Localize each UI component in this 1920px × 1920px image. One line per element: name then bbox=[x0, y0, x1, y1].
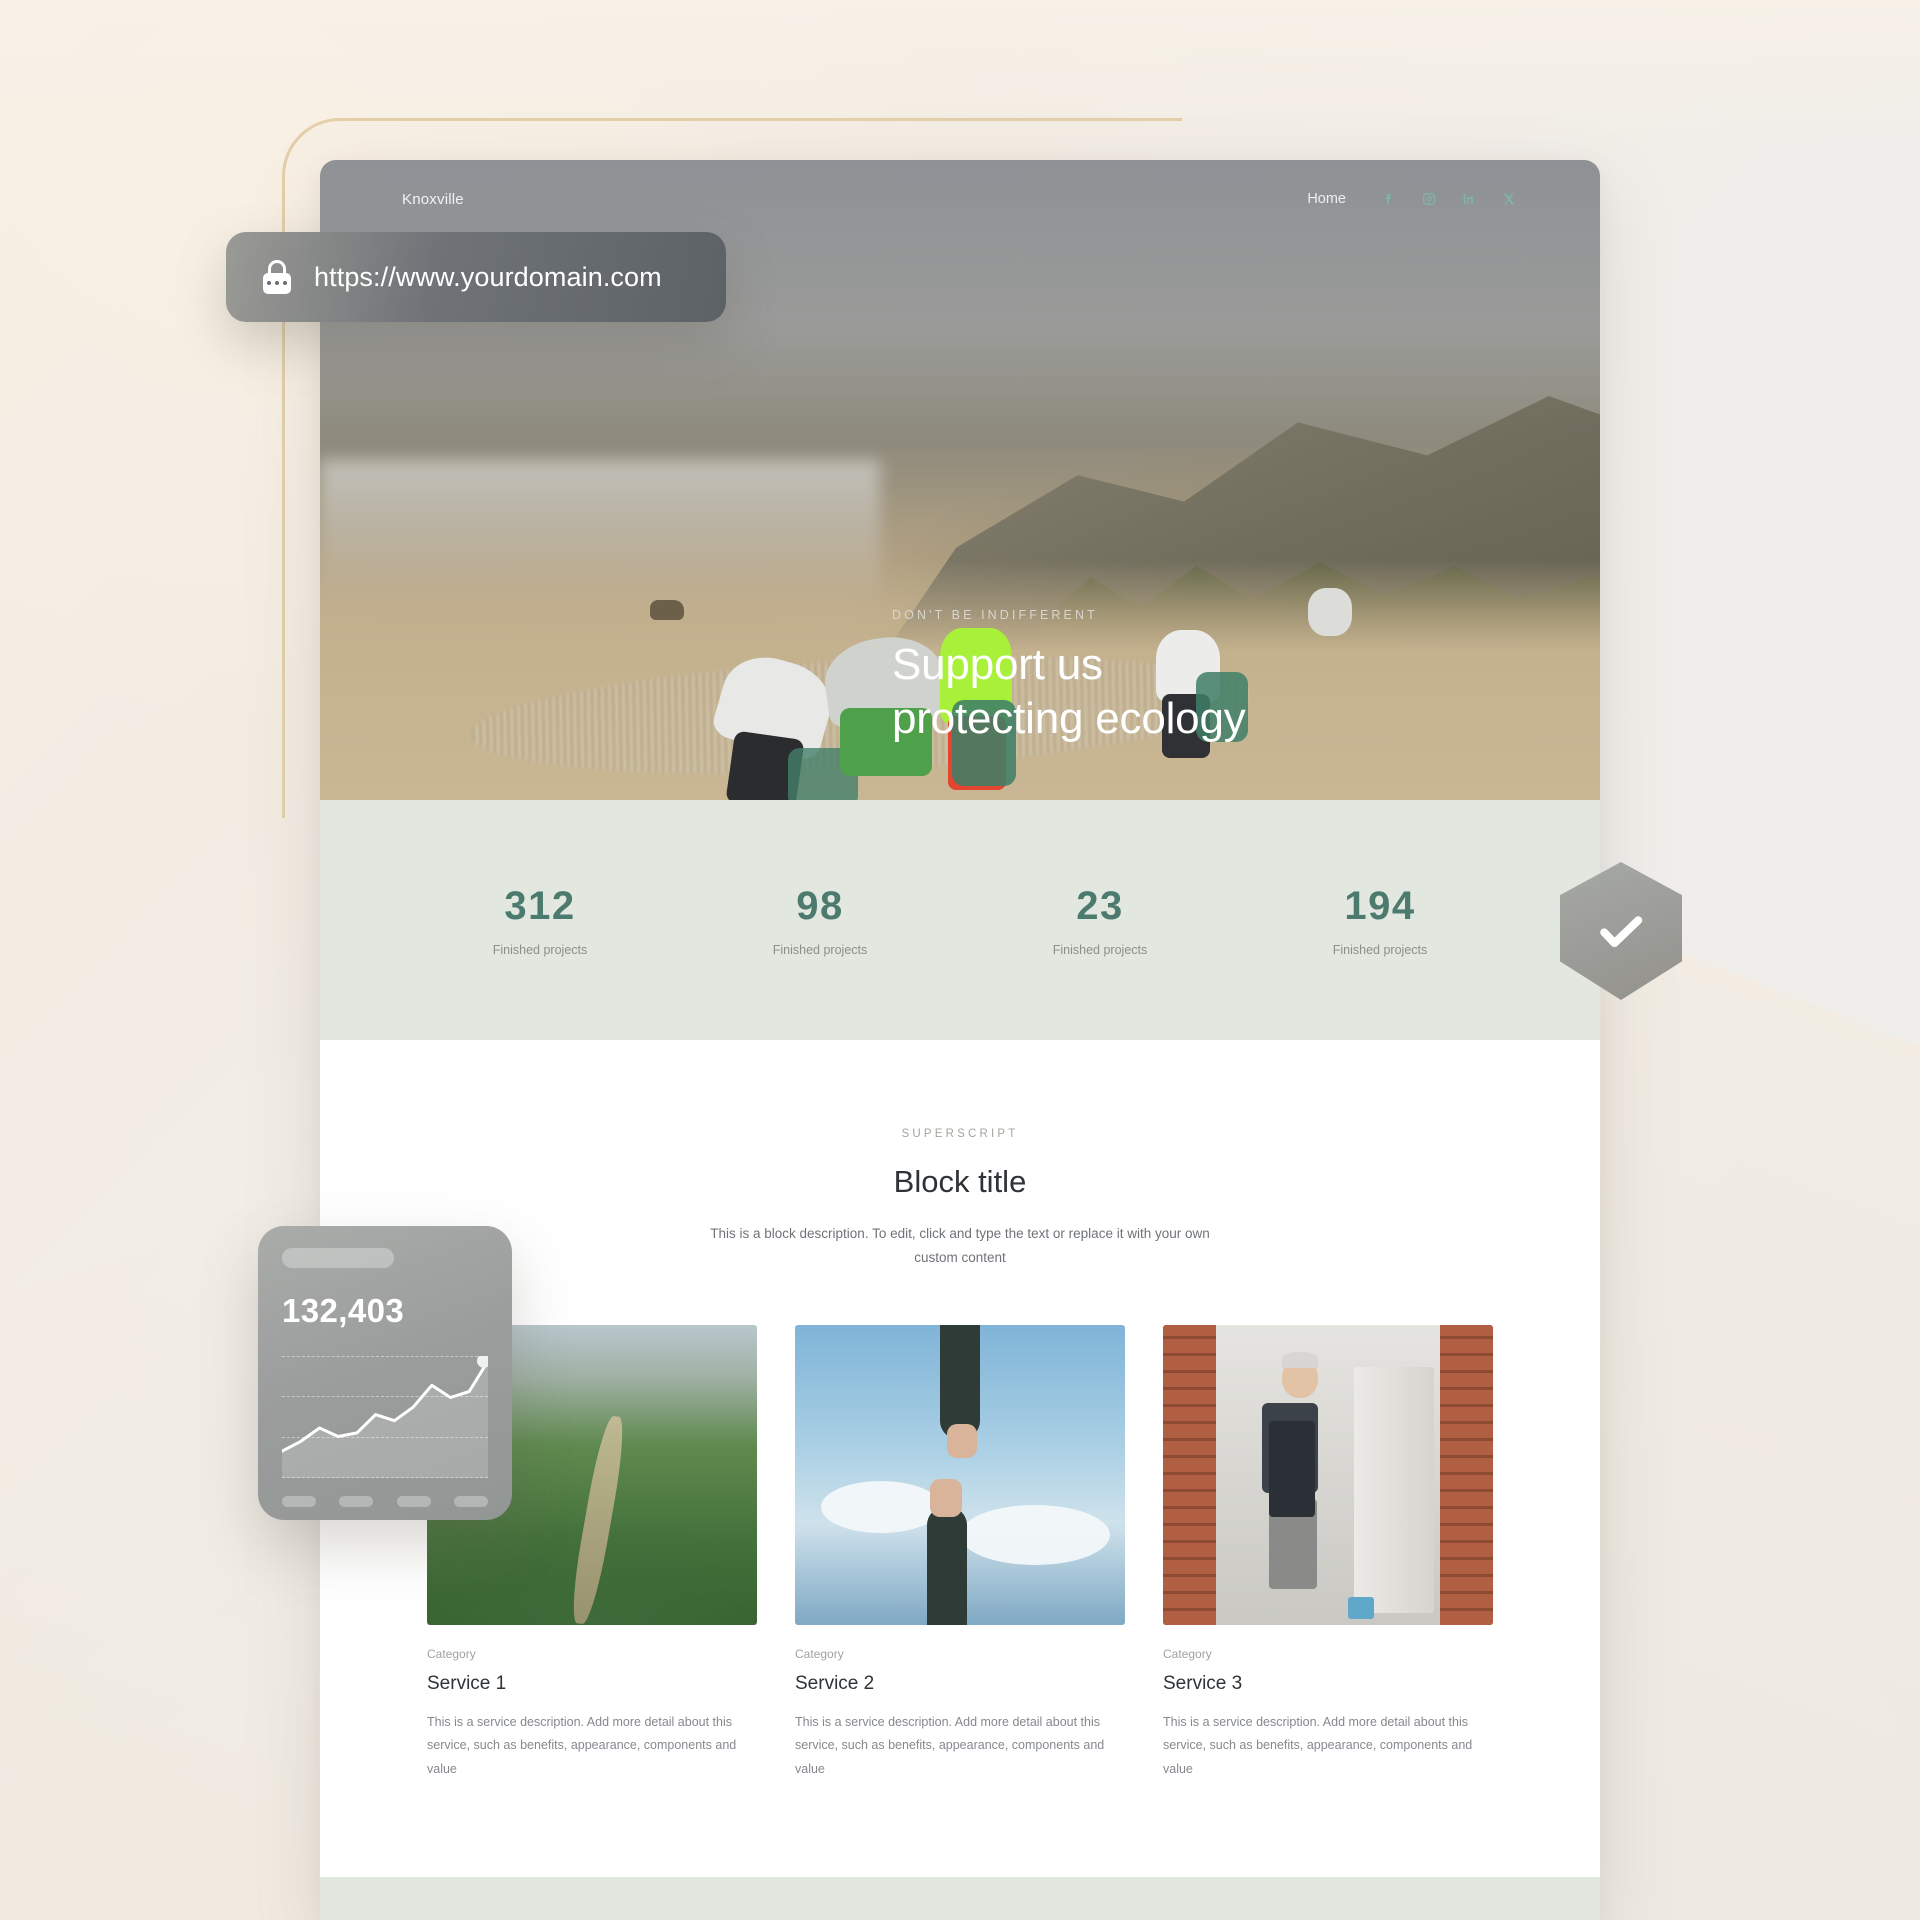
man-in-doorway-photo bbox=[1163, 1325, 1493, 1626]
stat-item: 23 Finished projects bbox=[960, 884, 1240, 957]
stat-item: 98 Finished projects bbox=[680, 884, 960, 957]
service-title: Service 2 bbox=[795, 1673, 875, 1695]
service-category: Category bbox=[427, 1647, 476, 1662]
services-block: SUPERSCRIPT Block title This is a block … bbox=[320, 1040, 1600, 1877]
service-category: Category bbox=[795, 1647, 844, 1662]
stat-value: 194 bbox=[1344, 883, 1416, 928]
analytics-area-chart bbox=[282, 1356, 488, 1478]
analytics-value: 132,403 bbox=[282, 1292, 405, 1329]
service-card[interactable]: Category Service 2 This is a service des… bbox=[795, 1325, 1125, 1780]
analytics-placeholder-bar bbox=[282, 1248, 394, 1268]
hero-title: Support us protecting ecology bbox=[892, 638, 1246, 745]
service-title: Service 1 bbox=[427, 1673, 507, 1695]
hero-copy: DON'T BE INDIFFERENT Support us protecti… bbox=[892, 608, 1246, 745]
stat-label: Finished projects bbox=[492, 942, 588, 957]
service-category: Category bbox=[1163, 1647, 1212, 1662]
site-brand-logo[interactable]: Knoxville bbox=[402, 191, 464, 208]
social-links bbox=[1380, 190, 1518, 208]
stat-item: 194 Finished projects bbox=[1240, 884, 1520, 957]
stat-value: 312 bbox=[504, 883, 576, 928]
site-header: Knoxville Home bbox=[320, 160, 1600, 208]
address-bar[interactable]: https://www.yourdomain.com bbox=[226, 232, 726, 322]
block-description: This is a block description. To edit, cl… bbox=[710, 1226, 1210, 1265]
service-description: This is a service description. Add more … bbox=[1163, 1715, 1473, 1776]
check-shield-icon bbox=[1600, 916, 1643, 948]
hero-volunteer-5 bbox=[1308, 588, 1352, 636]
facebook-icon[interactable] bbox=[1380, 190, 1398, 208]
analytics-footer-placeholders bbox=[282, 1496, 488, 1507]
testimonial-section bbox=[320, 1876, 1600, 1920]
service-card[interactable]: Category Service 3 This is a service des… bbox=[1163, 1325, 1493, 1780]
analytics-card: 132,403 bbox=[258, 1226, 512, 1520]
service-cards: Category Service 1 This is a service des… bbox=[320, 1325, 1600, 1780]
service-title: Service 3 bbox=[1163, 1673, 1243, 1695]
stat-label: Finished projects bbox=[772, 942, 868, 957]
hero-title-line-1: Support us bbox=[892, 640, 1103, 689]
hero-eyebrow: DON'T BE INDIFFERENT bbox=[892, 608, 1098, 622]
lock-icon bbox=[262, 260, 292, 294]
block-title: Block title bbox=[893, 1164, 1027, 1199]
stat-value: 23 bbox=[1076, 883, 1124, 928]
site-nav: Home bbox=[1307, 190, 1518, 208]
stat-value: 98 bbox=[796, 883, 844, 928]
stat-label: Finished projects bbox=[1052, 942, 1148, 957]
stat-item: 312 Finished projects bbox=[400, 884, 680, 957]
website-preview: Knoxville Home DON'T BE INDIFFERENT Supp… bbox=[320, 160, 1600, 1920]
analytics-chart bbox=[282, 1356, 488, 1478]
address-bar-url: https://www.yourdomain.com bbox=[314, 261, 662, 292]
block-superscript: SUPERSCRIPT bbox=[901, 1128, 1019, 1140]
service-description: This is a service description. Add more … bbox=[427, 1715, 737, 1776]
stat-label: Finished projects bbox=[1332, 942, 1428, 957]
linkedin-icon[interactable] bbox=[1460, 190, 1478, 208]
nav-item-home[interactable]: Home bbox=[1307, 191, 1346, 207]
hands-reaching-sky-photo bbox=[795, 1325, 1125, 1626]
service-description: This is a service description. Add more … bbox=[795, 1715, 1105, 1776]
hero-title-line-2: protecting ecology bbox=[892, 693, 1246, 743]
x-icon[interactable] bbox=[1500, 190, 1518, 208]
instagram-icon[interactable] bbox=[1420, 190, 1438, 208]
stats-section: 312 Finished projects 98 Finished projec… bbox=[320, 800, 1600, 1040]
hero-dog bbox=[650, 600, 684, 620]
